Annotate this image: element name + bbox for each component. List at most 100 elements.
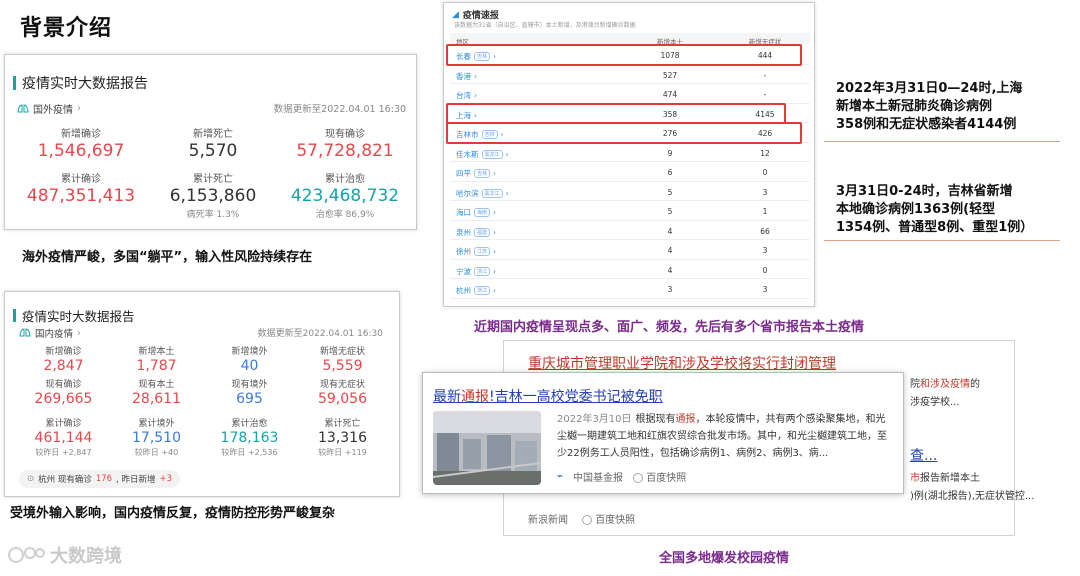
note-divider	[824, 240, 1060, 241]
chevron-right-icon: ›	[474, 91, 477, 100]
stat-label: 新增死亡	[193, 129, 233, 140]
province-tag: 黑龙江	[481, 188, 503, 198]
table-row[interactable]: 台湾 › 474 -	[450, 84, 810, 104]
location-pin-icon: ⊙	[27, 474, 35, 484]
campus-caption: 全国多地爆发校园疫情	[659, 551, 790, 566]
region-link[interactable]: 杭州 浙江 ›	[456, 285, 496, 296]
note-line: 1354例、普通型8例、重型1例）	[836, 220, 1034, 235]
title-accent-bar	[13, 309, 16, 322]
jilin-note: 3月31日0-24时，吉林省新增 本地确诊病例1363例(轻型 1354例、普通…	[836, 183, 1033, 237]
snapshot-icon	[633, 473, 644, 483]
update-time: 数据更新至2022.04.01 16:30	[257, 329, 383, 339]
snippet-part: 报告新增本土	[920, 473, 980, 484]
chevron-right-icon: ›	[505, 149, 509, 159]
region-link[interactable]: 佳木斯 黑龙江 ›	[456, 149, 509, 160]
snapshot-label: 百度快照	[595, 515, 636, 526]
region-name: 台湾	[456, 91, 471, 100]
stat-value: 57,728,821	[296, 141, 394, 161]
table-body: 长春 吉林 › 1078 444 香港 › 527- 台湾 › 474- 上海 › 358 4145 吉林市吉…	[450, 45, 810, 299]
result-link-chongqing[interactable]: 重庆城市管理职业学院和涉及学校将实行封闭管理	[528, 353, 836, 373]
note-line: 358例和无症状感染者4144例	[836, 117, 1017, 132]
snapshot-link[interactable]: 百度快照	[582, 511, 635, 526]
table-row[interactable]: 香港 › 527 -	[450, 65, 810, 84]
stat-label: 新增确诊	[61, 129, 101, 140]
stat-value: 28,611	[132, 391, 181, 407]
card-title: 疫情实时大数据报告	[22, 76, 148, 92]
table-row[interactable]: 哈尔滨 黑龙江 › 5 3	[450, 182, 810, 201]
region-name: 哈尔滨	[456, 188, 479, 198]
title-part: !吉林一高校党委书记被免职	[489, 389, 663, 405]
highlight-box	[446, 102, 786, 124]
chevron-right-icon: ›	[474, 71, 477, 81]
page-title: 背景介绍	[20, 16, 113, 41]
campus-aerial-photo	[433, 411, 541, 485]
stat-subtext: 较昨日 +2,847	[35, 448, 92, 457]
stat-grid: 新增确诊 2,847 新增本土 1,787 新增境外 40 新增无症状 5,559 现有确诊 26…	[17, 344, 389, 458]
snapshot-icon	[582, 515, 592, 525]
table-row[interactable]: 杭州 浙江 › 3 3	[450, 279, 810, 299]
title-accent-bar	[13, 76, 16, 90]
local-city-tip[interactable]: ⊙ 杭州 现有确诊 176 , 昨日新增 +3	[19, 470, 180, 488]
table-subtitle: 该数据为31省（自治区、直辖市）本土新增，及港澳台新增确诊数据	[454, 22, 636, 29]
stat-cell: 新增死亡 5,570	[147, 125, 279, 162]
table-row[interactable]: 泉州 福建 › 4 66	[450, 221, 810, 240]
stat-subtext: 治愈率 86.9%	[315, 210, 375, 220]
stat-label: 累计境外	[138, 419, 175, 429]
snippet-part: 市	[910, 473, 920, 484]
snippet-part: 根据现有	[635, 414, 676, 425]
region-link[interactable]: 宁波 浙江 ›	[456, 266, 496, 277]
new-asymptomatic-value: 3	[762, 187, 768, 197]
table-row[interactable]: 海口 海南 › 5 1	[450, 201, 810, 221]
stat-label: 累计确诊	[61, 174, 101, 185]
result-snippet: 市报告新增本土	[910, 469, 980, 484]
stat-value: 5,559	[322, 358, 363, 374]
highlight-box	[446, 122, 802, 144]
table-caption: 近期国内疫情呈现点多、面广、频发，先后有多个省市报告本土疫情	[474, 320, 865, 335]
chevron-right-icon: ›	[493, 266, 497, 276]
watermark-logo: 大数跨境	[8, 542, 122, 568]
source-name: 新浪新闻	[528, 515, 568, 526]
table-row[interactable]: 四平 吉林 › 6 0	[450, 162, 810, 182]
tip-prefix: 杭州 现有确诊	[38, 475, 92, 485]
result-link-jilin[interactable]: 最新通报!吉林一高校党委书记被免职	[433, 386, 663, 406]
result-thumbnail[interactable]	[433, 411, 541, 485]
stat-cell: 累计确诊 487,351,413	[15, 170, 147, 220]
scope-selector[interactable]: 国内疫情 ›	[19, 326, 81, 340]
note-line: 3月31日0-24时，吉林省新增	[836, 184, 1013, 199]
table-row[interactable]: 佳木斯 黑龙江 › 9 12	[450, 143, 810, 162]
stat-cell: 新增确诊 1,546,697	[15, 125, 147, 162]
table-row[interactable]: 徐州 江苏 › 4 3	[450, 240, 810, 260]
province-tag: 黑龙江	[481, 149, 503, 159]
region-link[interactable]: 台湾 ›	[456, 90, 477, 101]
snapshot-link[interactable]: 百度快照	[633, 469, 686, 484]
stat-label: 现有境外	[231, 380, 268, 390]
stat-value: 269,665	[34, 391, 93, 407]
table-row[interactable]: 宁波 浙江 › 4 0	[450, 260, 810, 279]
region-link[interactable]: 泉州 福建 ›	[456, 227, 496, 238]
province-tag: 浙江	[474, 266, 491, 276]
result-date: 2022年3月10日	[557, 414, 632, 425]
region-link[interactable]: 徐州 江苏 ›	[456, 246, 496, 257]
stat-value: 695	[236, 391, 263, 407]
region-link[interactable]: 四平 吉林 ›	[456, 168, 496, 179]
new-local-value: 5	[667, 207, 673, 216]
region-link[interactable]: 海口 海南 ›	[456, 207, 496, 218]
stat-value: 423,468,732	[290, 186, 400, 206]
stat-cell: 现有境外 695	[203, 377, 296, 408]
global-epidemic-card: 疫情实时大数据报告 国外疫情 › 数据更新至2022.04.01 16:30 新…	[4, 54, 417, 230]
stat-cell: 新增确诊 2,847	[17, 344, 110, 375]
stat-label: 新增境外	[231, 347, 268, 357]
card-title: 疫情实时大数据报告	[22, 309, 135, 324]
result-link-partial[interactable]: 查...	[910, 445, 937, 465]
region-link[interactable]: 香港 ›	[456, 71, 477, 82]
stat-value: 5,570	[188, 141, 238, 161]
region-link[interactable]: 哈尔滨 黑龙江 ›	[456, 188, 509, 199]
region-name: 四平	[456, 169, 471, 178]
stat-cell: 新增境外 40	[203, 344, 296, 375]
new-local-value: 9	[667, 148, 673, 158]
shanghai-note: 2022年3月31日0—24时,上海 新增本土新冠肺炎确诊病例 358例和无症状…	[836, 80, 1022, 134]
scope-selector[interactable]: 国外疫情 ›	[17, 101, 81, 116]
region-name: 泉州	[456, 227, 471, 237]
stat-subtext: 较昨日 +119	[318, 448, 367, 457]
stat-cell: 现有确诊 57,728,821	[279, 125, 411, 162]
